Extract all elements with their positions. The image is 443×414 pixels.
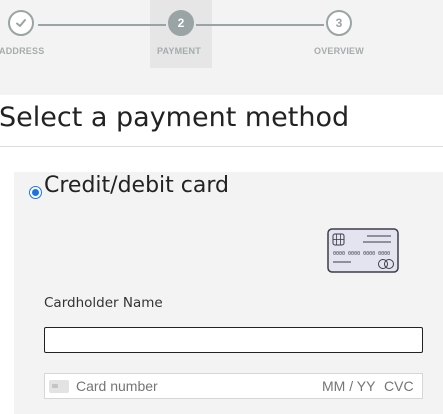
card-details-field[interactable]: Card number MM / YY CVC: [44, 373, 423, 399]
step-connector: [196, 24, 324, 26]
payment-method-title[interactable]: Credit/debit card: [44, 173, 229, 198]
card-expiry-input[interactable]: MM / YY: [322, 378, 375, 394]
step-address-marker[interactable]: [8, 10, 34, 36]
step-overview-label: OVERVIEW: [314, 46, 364, 56]
step-connector: [38, 24, 166, 26]
page-title: Select a payment method: [0, 102, 350, 133]
cardholder-name-input[interactable]: [44, 327, 423, 353]
step-payment-label: PAYMENT: [157, 46, 201, 56]
card-number-input[interactable]: Card number: [76, 378, 158, 394]
step-overview-marker: 3: [326, 10, 352, 36]
step-address-label[interactable]: ADDRESS: [0, 46, 44, 56]
checkout-stepper: 2 3 ADDRESS PAYMENT OVERVIEW: [0, 0, 443, 95]
step-payment-marker: 2: [168, 10, 194, 36]
credit-card-radio[interactable]: [29, 186, 42, 199]
card-cvc-input[interactable]: CVC: [384, 378, 414, 394]
cardholder-name-label: Cardholder Name: [44, 295, 163, 311]
credit-card-icon: 0000 0000 0000 0000: [327, 228, 399, 273]
check-icon: [16, 19, 26, 27]
divider: [0, 146, 443, 147]
svg-text:0000 0000 0000 0000: 0000 0000 0000 0000: [333, 251, 390, 257]
card-brand-icon: [49, 380, 69, 393]
